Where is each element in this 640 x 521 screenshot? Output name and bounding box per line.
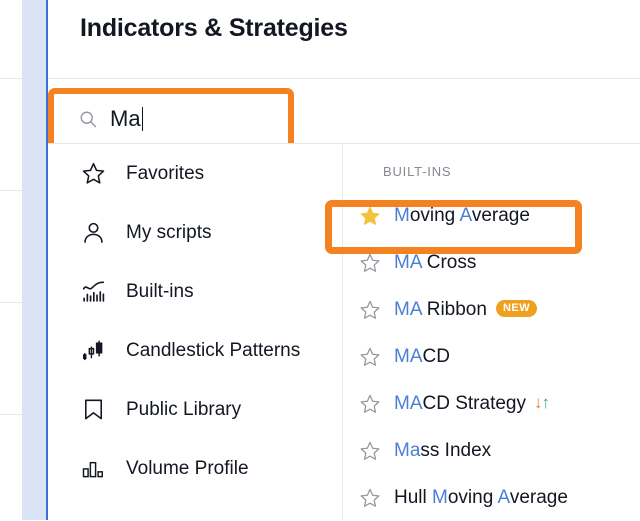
- label-text: oving: [409, 204, 460, 226]
- arrow-up-icon: ↑: [541, 392, 549, 412]
- star-outline-icon[interactable]: [359, 299, 381, 321]
- results-list: Moving Average MA Cross MA Ribbon NEW MACD MA…: [343, 192, 640, 521]
- strategy-arrows-icon: ↓↑: [534, 392, 550, 412]
- star-outline-icon[interactable]: [359, 346, 381, 368]
- match-highlight: A: [497, 486, 510, 508]
- sidebar-item-public-library[interactable]: Public Library: [48, 380, 342, 439]
- text-caret: [141, 107, 144, 131]
- sidebar-item-favorites[interactable]: Favorites: [48, 144, 342, 203]
- match-highlight: M: [394, 204, 410, 226]
- header-divider: [48, 78, 640, 79]
- label-text: ss Index: [420, 439, 492, 461]
- match-highlight: Ma: [394, 439, 421, 461]
- bookmark-icon: [80, 397, 106, 423]
- match-highlight: MA: [394, 392, 423, 414]
- label-text: Cross: [421, 251, 477, 273]
- match-highlight: A: [459, 204, 472, 226]
- result-item-ma-cross[interactable]: MA Cross: [343, 239, 640, 286]
- star-outline-icon[interactable]: [359, 487, 381, 509]
- result-item-macd-strategy[interactable]: MACD Strategy ↓↑: [343, 380, 640, 427]
- results-column: BUILT-INS Moving Average MA Cross MA Ribbo…: [343, 144, 640, 520]
- match-highlight: MA: [394, 345, 423, 367]
- results-section-title: BUILT-INS: [383, 164, 452, 179]
- panel-header: Indicators & Strategies: [48, 0, 640, 78]
- result-item-label: Moving Average: [394, 205, 530, 227]
- page-title: Indicators & Strategies: [80, 14, 348, 42]
- result-item-label: MACD: [394, 346, 450, 368]
- candlestick-icon: [80, 338, 106, 364]
- sidebar-item-label: Built-ins: [126, 280, 194, 302]
- person-icon: [80, 220, 106, 246]
- sidebar-item-label: Candlestick Patterns: [126, 339, 301, 361]
- sidebar-item-label: Public Library: [126, 398, 242, 420]
- star-outline-icon[interactable]: [359, 440, 381, 462]
- result-item-macd[interactable]: MACD: [343, 333, 640, 380]
- result-item-label: MA Ribbon NEW: [394, 298, 538, 321]
- label-text: CD: [422, 345, 450, 367]
- result-item-label: MACD Strategy ↓↑: [394, 392, 550, 415]
- result-item-label: Hull Moving Average: [394, 487, 568, 509]
- match-highlight: MA: [394, 298, 422, 320]
- star-filled-icon[interactable]: [359, 205, 381, 227]
- label-text: oving: [447, 486, 498, 508]
- result-item-ma-ribbon[interactable]: MA Ribbon NEW: [343, 286, 640, 333]
- label-text: Ribbon: [421, 298, 487, 320]
- sidebar-item-label: My scripts: [126, 221, 212, 243]
- label-text: CD Strategy: [422, 392, 526, 414]
- result-item-label: Mass Index: [394, 440, 491, 462]
- label-text: verage: [509, 486, 568, 508]
- sidebar-item-candlestick-patterns[interactable]: Candlestick Patterns: [48, 321, 342, 380]
- volume-bars-icon: [80, 456, 106, 482]
- match-highlight: M: [432, 486, 448, 508]
- sidebar-item-label: Favorites: [126, 162, 205, 184]
- sidebar-item-label: Volume Profile: [126, 457, 249, 479]
- star-outline-icon[interactable]: [359, 252, 381, 274]
- sidebar-item-built-ins[interactable]: Built-ins: [48, 262, 342, 321]
- result-item-label: MA Cross: [394, 252, 476, 274]
- star-outline-icon[interactable]: [359, 393, 381, 415]
- search-text: Ma: [110, 106, 141, 131]
- sidebar: Favorites My scripts Built-ins Candlesti…: [48, 144, 342, 520]
- result-item-mass-index[interactable]: Mass Index: [343, 427, 640, 474]
- match-highlight: MA: [394, 251, 422, 273]
- label-text: verage: [471, 204, 530, 226]
- sidebar-item-volume-profile[interactable]: Volume Profile: [48, 439, 342, 498]
- new-badge: NEW: [495, 299, 538, 317]
- star-icon: [80, 161, 106, 187]
- panel-body: Favorites My scripts Built-ins Candlesti…: [48, 144, 640, 520]
- result-item-hull-moving-average[interactable]: Hull Moving Average: [343, 474, 640, 521]
- result-item-moving-average[interactable]: Moving Average: [343, 192, 640, 239]
- search-value-wrapper: Ma: [110, 105, 144, 133]
- search-input[interactable]: Ma: [54, 94, 288, 144]
- indicators-panel: Indicators & Strategies Ma Favorites My …: [48, 0, 640, 520]
- search-icon: [78, 109, 98, 129]
- chart-session-highlight: [22, 0, 48, 520]
- label-text: Hull: [394, 486, 433, 508]
- chart-line-bars-icon: [80, 279, 106, 305]
- sidebar-item-my-scripts[interactable]: My scripts: [48, 203, 342, 262]
